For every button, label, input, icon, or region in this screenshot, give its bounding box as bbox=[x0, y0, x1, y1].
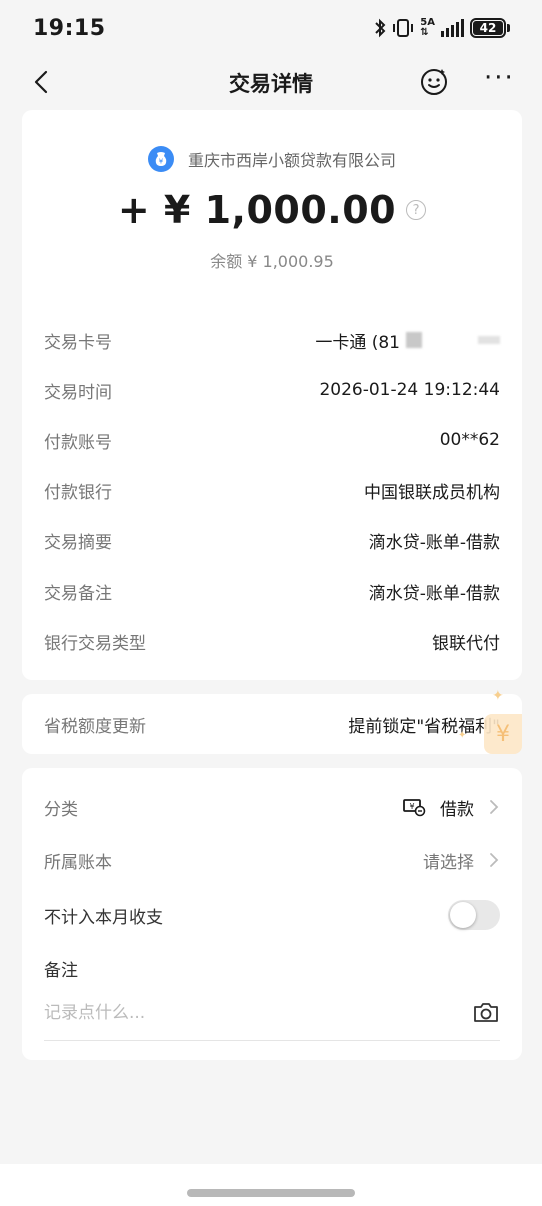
detail-label: 交易卡号 bbox=[44, 332, 112, 353]
exclude-row: 不计入本月收支 bbox=[44, 898, 500, 932]
amount-row: + ¥ 1,000.00 ? bbox=[22, 188, 522, 232]
more-menu-icon[interactable]: ··· bbox=[484, 65, 516, 97]
transaction-amount: + ¥ 1,000.00 bbox=[117, 188, 397, 232]
detail-value: 滴水贷-账单-借款 bbox=[368, 583, 500, 604]
tax-badge-icon: ¥ bbox=[484, 714, 522, 754]
detail-row-payer-account: 付款账号 00**62 bbox=[44, 425, 500, 455]
chevron-right-icon bbox=[490, 853, 499, 867]
detail-value: 银联代付 bbox=[432, 633, 500, 654]
category-value: 借款 bbox=[440, 799, 474, 820]
merchant-name: 重庆市西岸小额贷款有限公司 bbox=[187, 151, 396, 170]
note-label-row: 备注 bbox=[44, 951, 500, 985]
merchant-logo-text: ¥ bbox=[159, 158, 164, 166]
detail-value: 中国银联成员机构 bbox=[364, 482, 500, 503]
detail-label: 交易时间 bbox=[44, 382, 112, 403]
extra-card: 分类 ¥ 借款 所属账本 请选择 不计入本月收支 备注 记录点什么... bbox=[22, 768, 522, 1060]
vibrate-icon bbox=[393, 19, 414, 37]
detail-label: 付款银行 bbox=[44, 482, 112, 503]
category-row[interactable]: 分类 ¥ 借款 bbox=[44, 790, 500, 824]
bottom-area bbox=[0, 1164, 542, 1206]
detail-value-card: 一卡通 (81 bbox=[315, 328, 500, 353]
merchant-logo-icon: ¥ bbox=[147, 146, 174, 172]
signal-icon bbox=[441, 19, 464, 37]
network-label: 5A ⇅ bbox=[420, 18, 435, 38]
detail-label: 付款账号 bbox=[44, 432, 112, 453]
balance: 余额 ¥ 1,000.95 bbox=[210, 252, 334, 271]
bluetooth-icon bbox=[375, 18, 386, 38]
toggle-knob bbox=[450, 902, 476, 928]
tax-value[interactable]: 提前锁定"省税福利" bbox=[348, 712, 500, 737]
sparkle-icon: ✦ bbox=[458, 730, 467, 741]
category-label: 分类 bbox=[44, 799, 78, 820]
card-number-text: 一卡通 (81 bbox=[315, 332, 400, 353]
exclude-label: 不计入本月收支 bbox=[44, 907, 163, 928]
battery-icon: 42 bbox=[470, 18, 510, 38]
chevron-right-icon bbox=[490, 800, 499, 814]
page-title: 交易详情 bbox=[229, 72, 313, 96]
redaction-block bbox=[478, 336, 500, 344]
svg-text:¥: ¥ bbox=[409, 802, 414, 811]
redaction-block bbox=[406, 332, 422, 348]
nav-bar: 交易详情 ··· bbox=[0, 56, 542, 108]
detail-value: 2026-01-24 19:12:44 bbox=[319, 380, 500, 400]
help-icon[interactable]: ? bbox=[406, 200, 427, 220]
note-label: 备注 bbox=[44, 960, 78, 981]
home-indicator[interactable] bbox=[187, 1189, 355, 1197]
category-selector[interactable]: ¥ 借款 bbox=[402, 795, 500, 820]
exclude-toggle[interactable] bbox=[448, 900, 500, 930]
detail-row-time: 交易时间 2026-01-24 19:12:44 bbox=[44, 375, 500, 405]
detail-value: 00**62 bbox=[439, 430, 500, 450]
customer-service-icon[interactable] bbox=[419, 67, 449, 97]
status-icons: 5A ⇅ 42 bbox=[374, 18, 510, 38]
detail-value: 滴水贷-账单-借款 bbox=[368, 532, 500, 553]
note-input[interactable] bbox=[44, 996, 454, 1030]
loan-category-icon: ¥ bbox=[403, 799, 426, 817]
detail-label: 交易摘要 bbox=[44, 532, 112, 553]
detail-row-card-number: 交易卡号 一卡通 (81 bbox=[44, 325, 500, 355]
camera-icon[interactable] bbox=[472, 1000, 500, 1024]
detail-row-bank-type: 银行交易类型 银联代付 bbox=[44, 626, 500, 656]
account-book-value: 请选择 bbox=[423, 852, 474, 873]
tax-label: 省税额度更新 bbox=[44, 716, 146, 737]
account-book-selector[interactable]: 请选择 bbox=[423, 848, 500, 873]
detail-row-summary: 交易摘要 滴水贷-账单-借款 bbox=[44, 525, 500, 555]
tax-row[interactable]: 省税额度更新 提前锁定"省税福利" bbox=[44, 709, 500, 739]
detail-row-payer-bank: 付款银行 中国银联成员机构 bbox=[44, 475, 500, 505]
status-bar: 19:15 5A ⇅ 42 bbox=[0, 0, 542, 56]
note-divider bbox=[44, 1040, 500, 1041]
battery-level: 42 bbox=[473, 21, 503, 35]
account-book-row[interactable]: 所属账本 请选择 bbox=[44, 843, 500, 877]
sparkle-icon: ✦ bbox=[492, 688, 504, 704]
detail-label: 银行交易类型 bbox=[44, 633, 146, 654]
account-book-label: 所属账本 bbox=[44, 852, 112, 873]
transaction-card: ¥ 重庆市西岸小额贷款有限公司 + ¥ 1,000.00 ? 余额 ¥ 1,00… bbox=[22, 110, 522, 680]
tax-card[interactable]: 省税额度更新 提前锁定"省税福利" ✦ ✦ ¥ bbox=[22, 688, 522, 754]
detail-row-remark: 交易备注 滴水贷-账单-借款 bbox=[44, 576, 500, 606]
merchant: ¥ 重庆市西岸小额贷款有限公司 bbox=[22, 146, 522, 172]
network-arrows-icon: ⇅ bbox=[420, 27, 429, 38]
detail-label: 交易备注 bbox=[44, 583, 112, 604]
status-time: 19:15 bbox=[33, 15, 106, 41]
